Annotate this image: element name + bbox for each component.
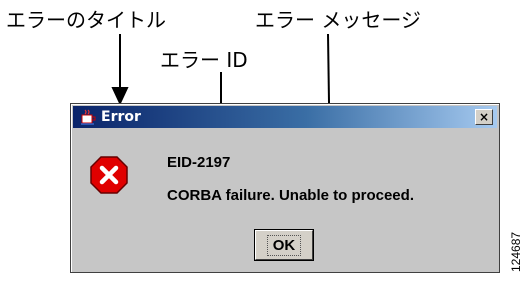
close-button[interactable]: ×	[475, 109, 493, 125]
error-message-text: CORBA failure. Unable to proceed.	[167, 187, 414, 204]
dialog-title: Error	[101, 109, 141, 125]
figure-number: 124687	[509, 231, 520, 272]
ok-button-label: OK	[266, 234, 302, 256]
java-cup-icon	[81, 109, 96, 125]
title-bar[interactable]: Error ×	[73, 106, 497, 128]
arrow-to-title	[111, 34, 129, 106]
error-id-text: EID-2197	[167, 154, 231, 171]
error-stop-icon	[90, 156, 128, 194]
error-dialog: Error × EID-2197 CORBA failure. Unable t…	[70, 103, 500, 273]
ok-button[interactable]: OK	[254, 229, 314, 261]
